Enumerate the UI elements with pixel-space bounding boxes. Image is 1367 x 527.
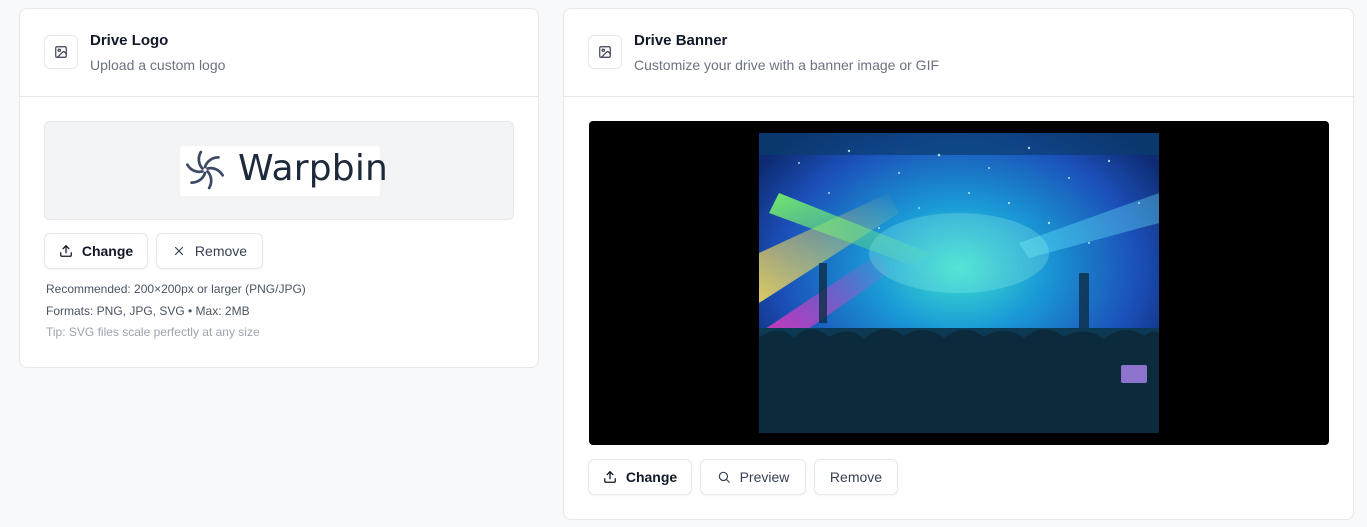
banner-preview-area: [589, 121, 1329, 445]
upload-icon: [603, 470, 617, 484]
banner-remove-button[interactable]: Remove: [814, 459, 898, 495]
logo-remove-label: Remove: [194, 243, 248, 259]
banner-change-button[interactable]: Change: [588, 459, 692, 495]
drive-logo-subtitle: Upload a custom logo: [90, 57, 226, 73]
logo-wordmark: Warpbin: [238, 148, 389, 189]
logo-hint-tip: Tip: SVG files scale perfectly at any si…: [46, 325, 260, 339]
warpbin-logo-mark-icon: [186, 150, 224, 190]
image-icon: [588, 35, 622, 69]
banner-image: [759, 133, 1159, 433]
search-icon: [717, 470, 731, 484]
drive-banner-header: Drive Banner Customize your drive with a…: [564, 9, 1353, 97]
drive-logo-title: Drive Logo: [90, 32, 169, 49]
logo-hint-recommended: Recommended: 200×200px or larger (PNG/JP…: [46, 282, 306, 296]
logo-remove-button[interactable]: Remove: [156, 233, 263, 269]
image-icon: [44, 35, 78, 69]
banner-preview-button[interactable]: Preview: [700, 459, 806, 495]
drive-banner-title: Drive Banner: [634, 32, 728, 49]
logo-change-button[interactable]: Change: [44, 233, 148, 269]
banner-preview-label: Preview: [739, 469, 790, 485]
drive-banner-card: Drive Banner Customize your drive with a…: [563, 8, 1354, 520]
logo-preview-area: Warpbin: [44, 121, 514, 220]
logo-hint-formats: Formats: PNG, JPG, SVG • Max: 2MB: [46, 304, 250, 318]
drive-logo-card: Drive Logo Upload a custom logo Warpbin: [19, 8, 539, 368]
logo-image: Warpbin: [180, 146, 388, 196]
drive-banner-subtitle: Customize your drive with a banner image…: [634, 57, 940, 73]
x-icon: [172, 244, 186, 258]
banner-remove-label: Remove: [829, 469, 883, 485]
upload-icon: [59, 244, 73, 258]
banner-change-label: Change: [625, 469, 678, 485]
drive-logo-header: Drive Logo Upload a custom logo: [20, 9, 538, 97]
logo-change-label: Change: [81, 243, 134, 259]
